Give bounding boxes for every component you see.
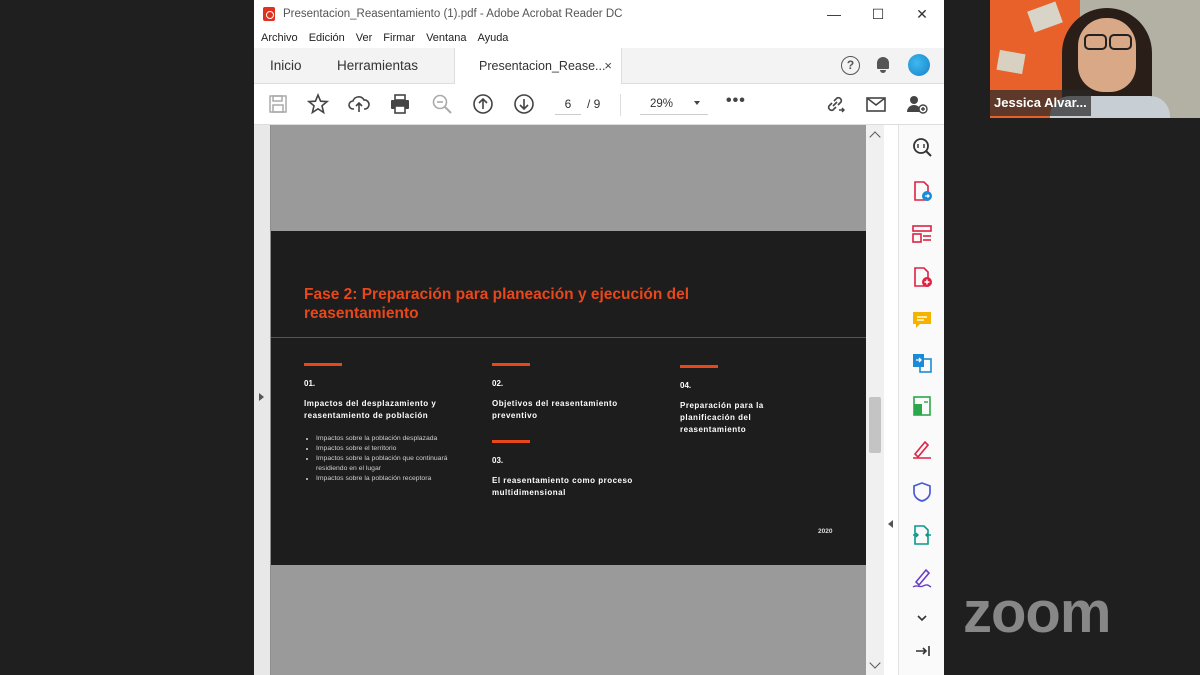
protect-icon[interactable] — [911, 481, 933, 503]
print-icon[interactable] — [389, 93, 411, 115]
page-total: / 9 — [587, 97, 601, 111]
zoom-out-icon[interactable] — [431, 93, 453, 115]
panel-collapse-icon[interactable] — [911, 640, 933, 662]
zoom-level-select[interactable]: 29% — [640, 95, 708, 115]
title-bar: Presentacion_Reasentamiento (1).pdf - Ad… — [254, 0, 944, 28]
window-title: Presentacion_Reasentamiento (1).pdf - Ad… — [283, 8, 623, 20]
toolbar-divider — [620, 94, 621, 116]
section-heading: Impactos del desplazamiento y reasentami… — [304, 399, 437, 420]
menu-firmar[interactable]: Firmar — [383, 32, 415, 44]
organize-pages-icon[interactable] — [911, 223, 933, 245]
more-tools-button[interactable]: ••• — [726, 92, 746, 110]
upload-cloud-icon[interactable] — [348, 93, 370, 115]
scroll-up-icon[interactable] — [869, 131, 881, 143]
section-accent-bar — [492, 363, 530, 366]
left-panel-toggle[interactable] — [254, 125, 270, 675]
star-icon[interactable] — [307, 93, 329, 115]
section-accent-bar — [304, 363, 342, 366]
scroll-down-icon[interactable] — [869, 657, 881, 669]
help-icon[interactable]: ? — [841, 55, 860, 75]
previous-page-icon[interactable] — [472, 93, 494, 115]
section-heading: Objetivos del reasentamiento preventivo — [492, 399, 618, 420]
section-number: 01. — [304, 379, 316, 388]
section-02: 02. Objetivos del reasentamiento prevent… — [492, 363, 652, 422]
bell-icon[interactable] — [876, 57, 890, 73]
account-avatar[interactable] — [908, 54, 930, 76]
list-item: Impactos sobre el territorio — [316, 444, 464, 454]
menu-bar: Archivo Edición Ver Firmar Ventana Ayuda — [254, 28, 944, 48]
chevron-right-icon — [259, 393, 264, 401]
expand-down-icon[interactable] — [911, 607, 933, 629]
maximize-button[interactable]: ☐ — [856, 0, 900, 28]
export-pdf-icon[interactable] — [911, 180, 933, 202]
mail-icon[interactable] — [865, 93, 887, 115]
section-number: 02. — [492, 379, 504, 388]
comment-icon[interactable] — [911, 309, 933, 331]
slide-page: Fase 2: Preparación para planeación y ej… — [271, 231, 866, 565]
section-heading: Preparación para la planificación del re… — [680, 401, 764, 434]
participant-name: Jessica Alvar... — [990, 90, 1091, 116]
right-panel-toggle-icon[interactable] — [888, 520, 893, 528]
menu-edicion[interactable]: Edición — [309, 32, 345, 44]
right-tools-panel — [898, 125, 944, 675]
tab-bar: Inicio Herramientas Presentacion_Rease..… — [254, 48, 944, 85]
create-pdf-icon[interactable] — [911, 266, 933, 288]
section-number: 04. — [680, 381, 692, 390]
section-03: 03. El reasentamiento como proceso multi… — [492, 440, 652, 499]
slide-divider — [271, 337, 866, 338]
chevron-down-icon — [694, 101, 700, 105]
section-bullets: Impactos sobre la población desplazada I… — [304, 434, 464, 484]
tab-document[interactable]: Presentacion_Rease... × — [454, 48, 622, 85]
tab-document-label: Presentacion_Rease... — [479, 59, 606, 73]
section-number: 03. — [492, 456, 504, 465]
list-item: Impactos sobre la población que continua… — [316, 454, 464, 474]
list-item: Impactos sobre la población desplazada — [316, 434, 464, 444]
document-viewer[interactable]: Fase 2: Preparación para planeación y ej… — [254, 125, 893, 675]
scroll-thumb[interactable] — [869, 397, 881, 453]
zoom-level-value: 29% — [650, 98, 674, 110]
scan-icon[interactable] — [911, 395, 933, 417]
save-icon[interactable] — [267, 93, 289, 115]
section-accent-bar — [492, 440, 530, 443]
slide-year: 2020 — [818, 528, 833, 535]
add-user-icon[interactable] — [906, 93, 928, 115]
section-01: 01. Impactos del desplazamiento y reasen… — [304, 363, 464, 484]
combine-files-icon[interactable] — [911, 352, 933, 374]
tab-inicio[interactable]: Inicio — [270, 48, 302, 84]
menu-archivo[interactable]: Archivo — [261, 32, 298, 44]
section-04: 04. Preparación para la planificación de… — [680, 365, 820, 436]
page-number-input[interactable]: 6 — [555, 95, 581, 115]
toolbar: 6 / 9 29% ••• — [254, 84, 944, 125]
share-link-icon[interactable] — [824, 93, 846, 115]
list-item: Impactos sobre la población receptora — [316, 474, 464, 484]
tab-herramientas[interactable]: Herramientas — [337, 48, 418, 84]
compress-icon[interactable] — [911, 524, 933, 546]
section-heading: El reasentamiento como proceso multidime… — [492, 476, 633, 497]
acrobat-window: Presentacion_Reasentamiento (1).pdf - Ad… — [254, 0, 944, 675]
slide-title: Fase 2: Preparación para planeación y ej… — [304, 286, 690, 322]
zoom-logo: zoom — [963, 580, 1111, 645]
menu-ventana[interactable]: Ventana — [426, 32, 466, 44]
menu-ayuda[interactable]: Ayuda — [477, 32, 508, 44]
minimize-button[interactable]: — — [812, 0, 856, 28]
section-accent-bar — [680, 365, 718, 368]
menu-ver[interactable]: Ver — [356, 32, 373, 44]
participant-video-tile[interactable]: Jessica Alvar... — [990, 0, 1200, 118]
zoom-search-icon[interactable] — [911, 136, 933, 158]
fill-sign-icon[interactable] — [911, 438, 933, 460]
sign-icon[interactable] — [911, 567, 933, 589]
next-page-icon[interactable] — [513, 93, 535, 115]
tab-close-button[interactable]: × — [604, 48, 612, 84]
vertical-scrollbar[interactable] — [866, 125, 884, 675]
close-button[interactable]: ✕ — [900, 0, 944, 28]
acrobat-logo-icon — [263, 7, 275, 21]
screen: Presentacion_Reasentamiento (1).pdf - Ad… — [0, 0, 1200, 675]
